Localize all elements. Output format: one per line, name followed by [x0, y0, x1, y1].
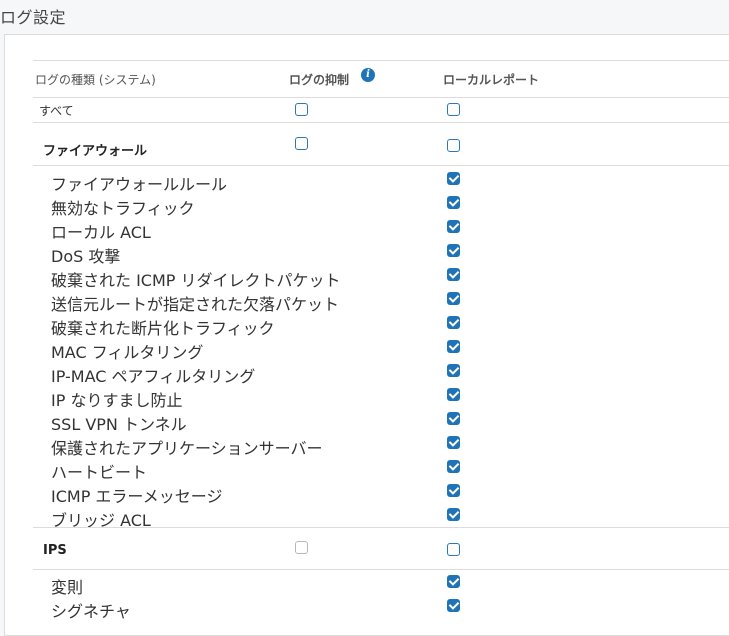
- item-local-checkbox[interactable]: [447, 268, 460, 281]
- table-header: ログの種類 (システム) ログの抑制 ローカルレポート: [33, 60, 729, 98]
- divider: [33, 569, 729, 570]
- item-local-checkbox[interactable]: [447, 599, 460, 612]
- item-local-checkbox[interactable]: [447, 172, 460, 185]
- item-local-checkbox[interactable]: [447, 508, 460, 521]
- list-item: DoS 攻撃: [51, 247, 121, 266]
- section-ips-label: IPS: [43, 543, 67, 558]
- page-title: ログ設定: [0, 8, 67, 27]
- list-item: MAC フィルタリング: [51, 343, 204, 362]
- list-item: IP なりすまし防止: [51, 391, 183, 410]
- item-local-checkbox[interactable]: [447, 316, 460, 329]
- header-log-type: ログの種類 (システム): [35, 73, 156, 87]
- divider: [33, 165, 729, 166]
- item-local-checkbox[interactable]: [447, 460, 460, 473]
- item-local-checkbox[interactable]: [447, 244, 460, 257]
- list-item: ローカル ACL: [51, 223, 151, 242]
- all-local-checkbox[interactable]: [447, 103, 460, 116]
- header-local-report: ローカルレポート: [443, 73, 540, 87]
- item-local-checkbox[interactable]: [447, 388, 460, 401]
- ips-suppress-checkbox[interactable]: [295, 541, 308, 554]
- info-icon[interactable]: i: [361, 68, 375, 82]
- firewall-suppress-checkbox[interactable]: [295, 137, 308, 150]
- firewall-local-checkbox[interactable]: [447, 139, 460, 152]
- all-suppress-checkbox[interactable]: [295, 103, 308, 116]
- list-item: 破棄された断片化トラフィック: [51, 319, 275, 338]
- item-local-checkbox[interactable]: [447, 364, 460, 377]
- all-row-label: すべて: [39, 104, 74, 118]
- list-item: 送信元ルートが指定された欠落パケット: [51, 295, 340, 314]
- item-local-checkbox[interactable]: [447, 220, 460, 233]
- ips-local-checkbox[interactable]: [447, 543, 460, 556]
- list-item: ICMP エラーメッセージ: [51, 487, 223, 506]
- item-local-checkbox[interactable]: [447, 436, 460, 449]
- divider: [33, 527, 729, 528]
- list-item: シグネチャ: [51, 602, 131, 621]
- log-settings-panel: ログの種類 (システム) ログの抑制 ローカルレポート i すべて ファイアウォ…: [4, 34, 729, 636]
- item-local-checkbox[interactable]: [447, 484, 460, 497]
- item-local-checkbox[interactable]: [447, 575, 460, 588]
- item-local-checkbox[interactable]: [447, 412, 460, 425]
- header-suppress: ログの抑制: [289, 73, 350, 87]
- list-item: 無効なトラフィック: [51, 199, 195, 218]
- list-item: 変則: [51, 578, 84, 597]
- item-local-checkbox[interactable]: [447, 292, 460, 305]
- item-local-checkbox[interactable]: [447, 340, 460, 353]
- list-item: 保護されたアプリケーションサーバー: [51, 439, 323, 458]
- item-local-checkbox[interactable]: [447, 196, 460, 209]
- list-item: ファイアウォールルール: [51, 175, 228, 194]
- list-item: ハートビート: [51, 463, 148, 482]
- section-firewall-label: ファイアウォール: [43, 144, 148, 159]
- list-item: 破棄された ICMP リダイレクトパケット: [51, 271, 341, 290]
- divider: [33, 122, 729, 123]
- list-item: IP-MAC ペアフィルタリング: [51, 367, 256, 386]
- list-item: SSL VPN トンネル: [51, 415, 187, 434]
